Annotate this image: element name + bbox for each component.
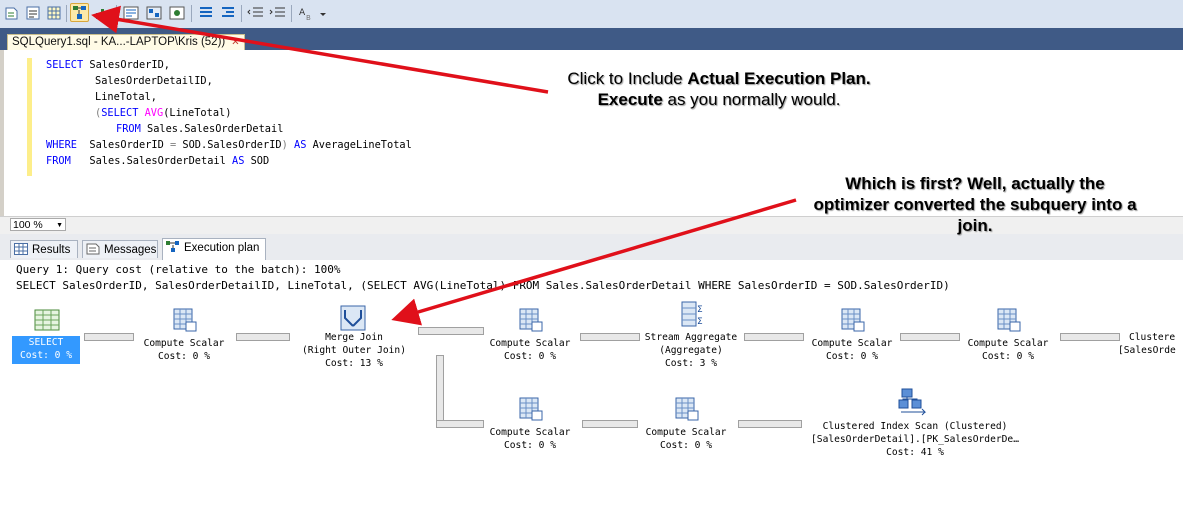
red-arrow-to-toolbar	[91, 5, 549, 94]
red-arrow-to-merge-join	[391, 198, 797, 326]
annotation-arrows	[91, 5, 797, 326]
